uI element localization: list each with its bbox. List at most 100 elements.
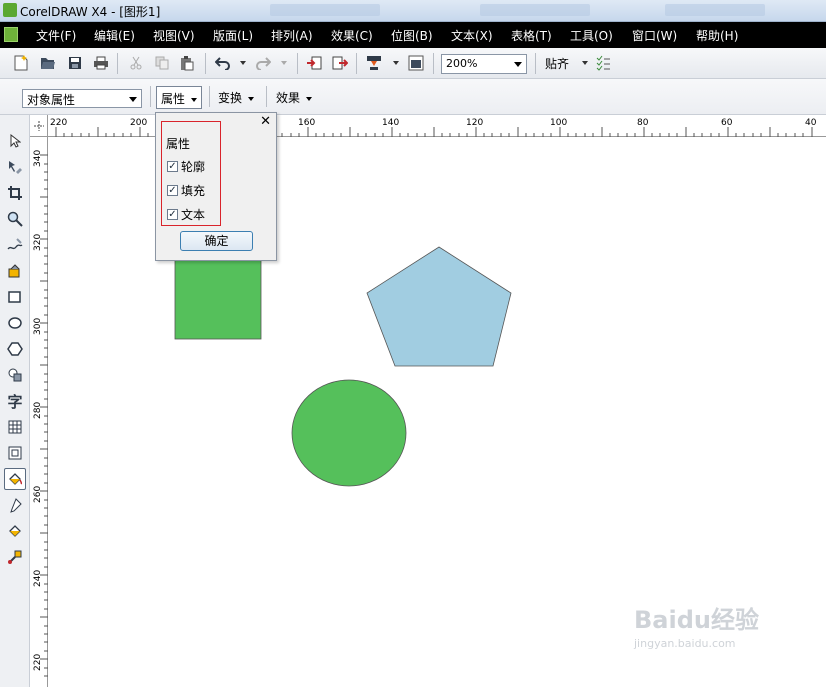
outline-checkbox-row[interactable]: ✓ 轮廓 <box>167 158 205 175</box>
effects-button-label: 效果 <box>276 91 301 105</box>
ruler-label: 280 <box>33 402 43 419</box>
redo-dropdown-icon[interactable] <box>275 54 293 72</box>
toolbar-separator <box>209 86 210 107</box>
freehand-tool-icon[interactable] <box>4 234 26 256</box>
text-checkbox-label: 文本 <box>181 208 206 222</box>
redo-icon[interactable] <box>254 54 272 72</box>
fill-checkbox-row[interactable]: ✓ 填充 <box>167 182 205 199</box>
ruler-label: 140 <box>382 118 399 128</box>
eyedropper-tool-icon[interactable] <box>4 494 26 516</box>
menu-bitmaps[interactable]: 位图(B) <box>391 27 433 44</box>
welcome-screen-icon[interactable] <box>407 54 425 72</box>
paste-icon[interactable] <box>178 54 196 72</box>
menu-table[interactable]: 表格(T) <box>511 27 552 44</box>
application-launcher-icon[interactable] <box>365 54 383 72</box>
attributes-button[interactable]: 属性 <box>156 86 203 109</box>
cut-icon[interactable] <box>127 54 145 72</box>
menu-text[interactable]: 文本(X) <box>451 27 493 44</box>
toolbar-separator <box>205 53 206 74</box>
zoom-level-value: 200% <box>446 57 478 70</box>
ruler-label: 240 <box>33 570 43 587</box>
chevron-down-icon <box>514 62 522 67</box>
outline-checkbox[interactable]: ✓ <box>167 161 178 172</box>
menu-arrange[interactable]: 排列(A) <box>271 27 313 44</box>
green-ellipse-shape[interactable] <box>291 379 407 487</box>
ruler-label: 80 <box>637 118 649 128</box>
toolbar-separator <box>433 53 434 74</box>
rectangle-tool-icon[interactable] <box>4 286 26 308</box>
crop-tool-icon[interactable] <box>4 182 26 204</box>
toolbar-separator <box>535 53 536 74</box>
chevron-down-icon <box>248 96 255 101</box>
outline-checkbox-label: 轮廓 <box>181 160 206 174</box>
outline-tool-icon[interactable] <box>4 520 26 542</box>
save-icon[interactable] <box>66 54 84 72</box>
menu-layout[interactable]: 版面(L) <box>213 27 253 44</box>
vertical-ruler[interactable]: 340 320 300 280 260 240 220 <box>30 137 48 687</box>
fill-checkbox[interactable]: ✓ <box>167 185 178 196</box>
window-title: CorelDRAW X4 - [图形1] <box>20 5 161 19</box>
ruler-label: 340 <box>33 150 43 167</box>
menu-edit[interactable]: 编辑(E) <box>94 27 135 44</box>
options-icon[interactable] <box>594 54 612 72</box>
menu-tools[interactable]: 工具(O) <box>570 27 613 44</box>
shape-tool-icon[interactable] <box>4 156 26 178</box>
undo-icon[interactable] <box>214 54 232 72</box>
text-checkbox-row[interactable]: ✓ 文本 <box>167 206 205 223</box>
ruler-label: 260 <box>33 486 43 503</box>
snap-dropdown-icon[interactable] <box>576 54 594 72</box>
ruler-label: 40 <box>805 118 817 128</box>
interactive-fill-tool-icon[interactable] <box>4 546 26 568</box>
chevron-down-icon <box>191 97 198 102</box>
menu-file[interactable]: 文件(F) <box>36 27 76 44</box>
ruler-label: 320 <box>33 234 43 251</box>
menu-effects[interactable]: 效果(C) <box>331 27 373 44</box>
basic-shapes-tool-icon[interactable] <box>4 364 26 386</box>
interactive-blend-tool-icon[interactable] <box>4 442 26 464</box>
launcher-dropdown-icon[interactable] <box>387 54 405 72</box>
background-window-ghost <box>665 4 765 16</box>
undo-dropdown-icon[interactable] <box>234 54 252 72</box>
table-tool-icon[interactable] <box>4 416 26 438</box>
vertical-ruler-ticks: 340 320 300 280 260 240 220 <box>33 150 48 677</box>
ok-button[interactable]: 确定 <box>180 231 253 251</box>
copy-icon[interactable] <box>153 54 171 72</box>
zoom-tool-icon[interactable] <box>4 208 26 230</box>
zoom-level-combo[interactable]: 200% <box>441 54 527 74</box>
menu-view[interactable]: 视图(V) <box>153 27 195 44</box>
print-icon[interactable] <box>92 54 110 72</box>
fill-bucket-tool-icon[interactable] <box>4 468 26 490</box>
attributes-popup: ✕ 属性 ✓ 轮廓 ✓ 填充 ✓ 文本 确定 <box>155 112 277 261</box>
menu-help[interactable]: 帮助(H) <box>696 27 738 44</box>
blue-pentagon-shape[interactable] <box>366 246 512 367</box>
text-tool-icon[interactable]: 字 <box>4 390 26 412</box>
pick-tool-icon[interactable] <box>4 130 26 152</box>
menu-bar: 文件(F) 编辑(E) 视图(V) 版面(L) 排列(A) 效果(C) 位图(B… <box>0 22 826 48</box>
toolbox: 字 <box>0 115 30 687</box>
ruler-label: 100 <box>550 118 567 128</box>
coreldraw-app-icon <box>3 3 17 17</box>
text-checkbox[interactable]: ✓ <box>167 209 178 220</box>
snap-to-button[interactable]: 贴齐 <box>545 55 569 72</box>
smart-fill-tool-icon[interactable] <box>4 260 26 282</box>
ellipse-tool-icon[interactable] <box>4 312 26 334</box>
transform-button[interactable]: 变换 <box>214 86 258 109</box>
transform-button-label: 变换 <box>218 91 243 105</box>
toolbar-separator <box>356 53 357 74</box>
toolbar-separator <box>150 86 151 107</box>
menu-window[interactable]: 窗口(W) <box>632 27 677 44</box>
toolbar-separator <box>117 53 118 74</box>
close-icon[interactable]: ✕ <box>260 114 271 129</box>
document-icon[interactable] <box>4 27 18 42</box>
import-icon[interactable] <box>305 54 323 72</box>
background-window-ghost <box>480 4 590 16</box>
effects-button[interactable]: 效果 <box>272 86 316 109</box>
object-properties-select[interactable]: 对象属性 <box>22 89 142 108</box>
toolbar-separator <box>266 86 267 107</box>
open-folder-icon[interactable] <box>39 54 57 72</box>
ruler-origin-corner[interactable] <box>30 115 48 137</box>
polygon-tool-icon[interactable] <box>4 338 26 360</box>
export-icon[interactable] <box>331 54 349 72</box>
ruler-label: 120 <box>466 118 483 128</box>
new-document-icon[interactable] <box>12 54 30 72</box>
